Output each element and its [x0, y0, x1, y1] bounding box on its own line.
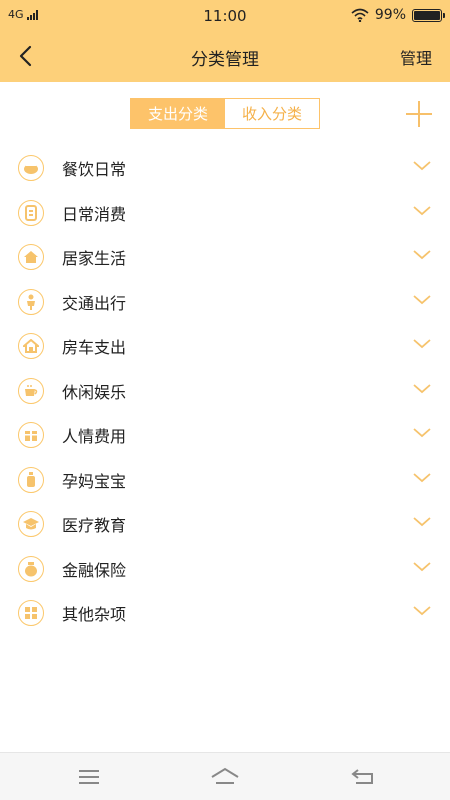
- house-icon: [18, 244, 44, 271]
- receipt-icon: [18, 199, 44, 226]
- battery-icon: [412, 8, 445, 22]
- chevron-down-icon[interactable]: [412, 159, 432, 173]
- chevron-down-icon[interactable]: [412, 515, 432, 529]
- home-icon[interactable]: [210, 765, 240, 789]
- category-label: 交通出行: [62, 293, 127, 313]
- food-icon: [18, 155, 44, 182]
- category-item-home[interactable]: 居家生活: [0, 235, 450, 280]
- home-car-icon: [18, 333, 44, 360]
- category-item-other[interactable]: 其他杂项: [0, 591, 450, 636]
- category-item-baby[interactable]: 孕妈宝宝: [0, 458, 450, 503]
- category-label: 休闲娱乐: [62, 382, 127, 402]
- category-label: 其他杂项: [62, 605, 127, 625]
- chevron-down-icon[interactable]: [412, 604, 432, 618]
- category-item-medical-education[interactable]: 医疗教育: [0, 502, 450, 547]
- menu-icon[interactable]: [76, 765, 102, 789]
- status-right: 99%: [351, 7, 445, 23]
- category-label: 日常消费: [62, 204, 127, 224]
- tab-expense[interactable]: 支出分类: [131, 99, 225, 128]
- chevron-down-icon[interactable]: [412, 248, 432, 262]
- category-label: 房车支出: [62, 338, 127, 358]
- battery-fill: [414, 10, 440, 20]
- category-item-daily[interactable]: 日常消费: [0, 191, 450, 236]
- wifi-icon: [351, 8, 369, 22]
- gift-icon: [18, 422, 44, 449]
- category-label: 居家生活: [62, 249, 127, 269]
- category-list: 餐饮日常 日常消费 居家生活 交通出行 房车支出 休闲娱乐 人情费用 孕妈宝宝 …: [0, 146, 450, 636]
- chevron-down-icon[interactable]: [412, 426, 432, 440]
- category-item-leisure[interactable]: 休闲娱乐: [0, 369, 450, 414]
- category-item-transport[interactable]: 交通出行: [0, 280, 450, 325]
- chevron-down-icon[interactable]: [412, 293, 432, 307]
- graduation-cap-icon: [18, 511, 44, 538]
- page-title: 分类管理: [191, 50, 259, 70]
- nav-bar: 分类管理 管理: [0, 32, 450, 82]
- category-label: 金融保险: [62, 560, 127, 580]
- category-label: 人情费用: [62, 427, 127, 447]
- category-item-social[interactable]: 人情费用: [0, 413, 450, 458]
- coffee-icon: [18, 377, 44, 404]
- bottle-icon: [18, 466, 44, 493]
- category-item-dining[interactable]: 餐饮日常: [0, 146, 450, 191]
- person-icon: [18, 288, 44, 315]
- chevron-down-icon[interactable]: [412, 471, 432, 485]
- chevron-down-icon[interactable]: [412, 204, 432, 218]
- manage-button[interactable]: 管理: [400, 45, 432, 69]
- category-label: 餐饮日常: [62, 160, 127, 180]
- status-bar: 4G 11:00 99%: [0, 0, 450, 32]
- money-bag-icon: [18, 555, 44, 582]
- chevron-down-icon[interactable]: [412, 560, 432, 574]
- grid-icon: [18, 600, 44, 627]
- chevron-down-icon[interactable]: [412, 337, 432, 351]
- tab-income[interactable]: 收入分类: [225, 99, 319, 128]
- category-item-housing-car[interactable]: 房车支出: [0, 324, 450, 369]
- category-item-finance[interactable]: 金融保险: [0, 547, 450, 592]
- battery-percent: 99%: [374, 7, 406, 23]
- plus-icon[interactable]: [406, 101, 432, 127]
- category-type-toggle: 支出分类 收入分类: [130, 98, 320, 129]
- back-icon[interactable]: [350, 765, 376, 789]
- category-label: 医疗教育: [62, 516, 127, 536]
- system-nav-bar: [0, 752, 450, 800]
- chevron-down-icon[interactable]: [412, 382, 432, 396]
- category-label: 孕妈宝宝: [62, 471, 127, 491]
- header: 4G 11:00 99% 分类管理 管理: [0, 0, 450, 82]
